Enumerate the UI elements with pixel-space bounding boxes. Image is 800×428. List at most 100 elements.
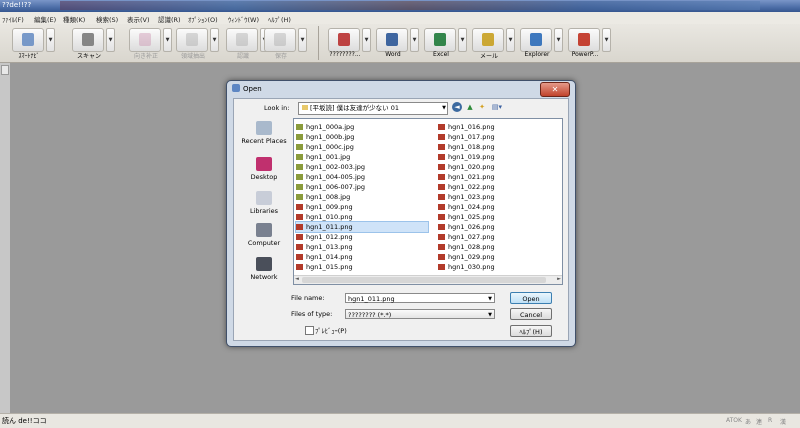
place-network[interactable]: Network — [237, 257, 291, 281]
file-item[interactable]: hgn1_017.png — [438, 132, 570, 142]
file-item[interactable]: hgn1_015.png — [296, 262, 428, 272]
ime-indicator[interactable]: 漢 — [780, 417, 786, 426]
file-item[interactable]: hgn1_020.png — [438, 162, 570, 172]
file-item[interactable]: hgn1_016.png — [438, 122, 570, 132]
file-item[interactable]: hgn1_012.png — [296, 232, 428, 242]
place-desktop[interactable]: Desktop — [237, 157, 291, 181]
network-icon — [256, 257, 272, 271]
file-item[interactable]: hgn1_025.png — [438, 212, 570, 222]
ime-indicator[interactable]: 連 — [756, 417, 762, 426]
file-item[interactable]: hgn1_030.png — [438, 262, 570, 272]
ime-indicator[interactable]: R — [768, 417, 772, 424]
file-item[interactable]: hgn1_000a.jpg — [296, 122, 428, 132]
file-item[interactable]: hgn1_029.png — [438, 252, 570, 262]
menu-item[interactable]: ｳｨﾝﾄﾞｳ(W) — [228, 14, 259, 24]
file-item[interactable]: hgn1_024.png — [438, 202, 570, 212]
look-in-dropdown[interactable]: [平坂読] 僕は友達が少ない 01 ▼ — [298, 102, 448, 115]
menu-item[interactable]: ﾌｧｲﾙ(F) — [2, 14, 24, 24]
file-item[interactable]: hgn1_023.png — [438, 192, 570, 202]
file-name-input[interactable]: hgn1_011.png ▼ — [345, 293, 495, 303]
place-libraries[interactable]: Libraries — [237, 191, 291, 215]
file-item[interactable]: hgn1_027.png — [438, 232, 570, 242]
file-item[interactable]: hgn1_010.png — [296, 212, 428, 222]
toolbar-button[interactable]: PowerP... ▼ — [562, 26, 611, 59]
file-item[interactable]: hgn1_013.png — [296, 242, 428, 252]
toolbar-button[interactable]: 向き补正 ▼ — [123, 26, 172, 60]
chevron-down-icon[interactable]: ▼ — [210, 28, 219, 52]
file-item[interactable]: hgn1_019.png — [438, 152, 570, 162]
jpg-file-icon — [296, 174, 303, 180]
jpg-file-icon — [296, 154, 303, 160]
file-name: hgn1_011.png — [306, 223, 353, 231]
menu-item[interactable]: ﾍﾙﾌﾟ(H) — [268, 14, 291, 24]
menu-item[interactable]: 表示(V) — [127, 14, 150, 24]
menu-item[interactable]: 認識(R) — [158, 14, 181, 24]
place-recent-places[interactable]: Recent Places — [237, 121, 291, 145]
file-list[interactable]: ◄ ► hgn1_000a.jpg hgn1_000b.jpg hgn1_000c.… — [293, 118, 563, 285]
file-name: hgn1_002-003.jpg — [306, 163, 366, 171]
file-item[interactable]: hgn1_026.png — [438, 222, 570, 232]
left-panel-strip — [0, 63, 10, 413]
close-button[interactable]: ✕ — [540, 82, 570, 97]
menu-item[interactable]: ｵﾌﾟｼｮﾝ(O) — [188, 14, 218, 24]
menu-item[interactable]: 検索(S) — [96, 14, 118, 24]
toolbar-button[interactable]: Excel ▼ — [418, 26, 467, 59]
ime-indicator[interactable]: ATOK — [726, 417, 742, 424]
new-folder-icon[interactable]: ✦ — [477, 102, 487, 112]
scroll-thumb[interactable] — [302, 277, 546, 283]
file-name: hgn1_025.png — [448, 213, 495, 221]
file-type-select[interactable]: ???????? (*.*) ▼ — [345, 309, 495, 319]
back-icon[interactable]: ◄ — [452, 102, 462, 112]
toolbar-button[interactable]: 領域抽出 ▼ — [170, 26, 219, 60]
preview-checkbox[interactable] — [305, 326, 314, 335]
cancel-button[interactable]: Cancel — [510, 308, 552, 320]
file-item[interactable]: hgn1_022.png — [438, 182, 570, 192]
file-item[interactable]: hgn1_002-003.jpg — [296, 162, 428, 172]
file-item[interactable]: hgn1_009.png — [296, 202, 428, 212]
toolbar-button[interactable]: スキャン ▼ — [66, 26, 115, 60]
file-item[interactable]: hgn1_018.png — [438, 142, 570, 152]
ime-indicator[interactable]: あ — [745, 417, 751, 426]
file-name: hgn1_022.png — [448, 183, 495, 191]
toolbar-button[interactable]: ｽﾏｰﾄﾅﾋﾞ ▼ — [6, 26, 55, 60]
file-item[interactable]: hgn1_006-007.jpg — [296, 182, 428, 192]
toolbar-button[interactable]: Word ▼ — [370, 26, 419, 59]
menu-item[interactable]: 種類(K) — [63, 14, 85, 24]
region-extract-icon — [176, 28, 208, 52]
file-name: hgn1_014.png — [306, 253, 353, 261]
smart-navi-icon — [12, 28, 44, 52]
scroll-right-icon[interactable]: ► — [557, 276, 561, 282]
file-item[interactable]: hgn1_000b.jpg — [296, 132, 428, 142]
view-menu-icon[interactable]: ▤▾ — [490, 102, 504, 112]
recent-places-icon — [256, 121, 272, 135]
scroll-left-icon[interactable]: ◄ — [295, 276, 299, 282]
help-button[interactable]: ﾍﾙﾌﾟ(H) — [510, 325, 552, 337]
chevron-down-icon: ▼ — [488, 312, 492, 318]
file-name: hgn1_023.png — [448, 193, 495, 201]
chevron-down-icon[interactable]: ▼ — [298, 28, 307, 52]
file-item[interactable]: hgn1_000c.jpg — [296, 142, 428, 152]
file-item[interactable]: hgn1_011.png — [295, 221, 429, 233]
file-item[interactable]: hgn1_028.png — [438, 242, 570, 252]
open-button[interactable]: Open — [510, 292, 552, 304]
toolbar-button[interactable]: 保存 ▼ — [258, 26, 307, 60]
file-item[interactable]: hgn1_008.jpg — [296, 192, 428, 202]
file-item[interactable]: hgn1_014.png — [296, 252, 428, 262]
chevron-down-icon[interactable]: ▼ — [602, 28, 611, 52]
file-name: hgn1_021.png — [448, 173, 495, 181]
place-computer[interactable]: Computer — [237, 223, 291, 247]
menu-item[interactable]: 編集(E) — [34, 14, 56, 24]
toolbar-button[interactable]: Explorer ▼ — [514, 26, 563, 59]
panel-toggle-button[interactable] — [1, 65, 9, 75]
file-item[interactable]: hgn1_021.png — [438, 172, 570, 182]
file-item[interactable]: hgn1_004-005.jpg — [296, 172, 428, 182]
chevron-down-icon[interactable]: ▼ — [106, 28, 115, 52]
up-folder-icon[interactable]: ▲ — [465, 102, 475, 112]
png-file-icon — [296, 234, 303, 240]
file-item[interactable]: hgn1_001.jpg — [296, 152, 428, 162]
toolbar-button[interactable]: メール ▼ — [466, 26, 515, 60]
toolbar-button[interactable]: ????????... ▼ — [322, 26, 371, 59]
chevron-down-icon[interactable]: ▼ — [46, 28, 55, 52]
horizontal-scrollbar[interactable]: ◄ ► — [294, 275, 562, 284]
file-name: hgn1_028.png — [448, 243, 495, 251]
